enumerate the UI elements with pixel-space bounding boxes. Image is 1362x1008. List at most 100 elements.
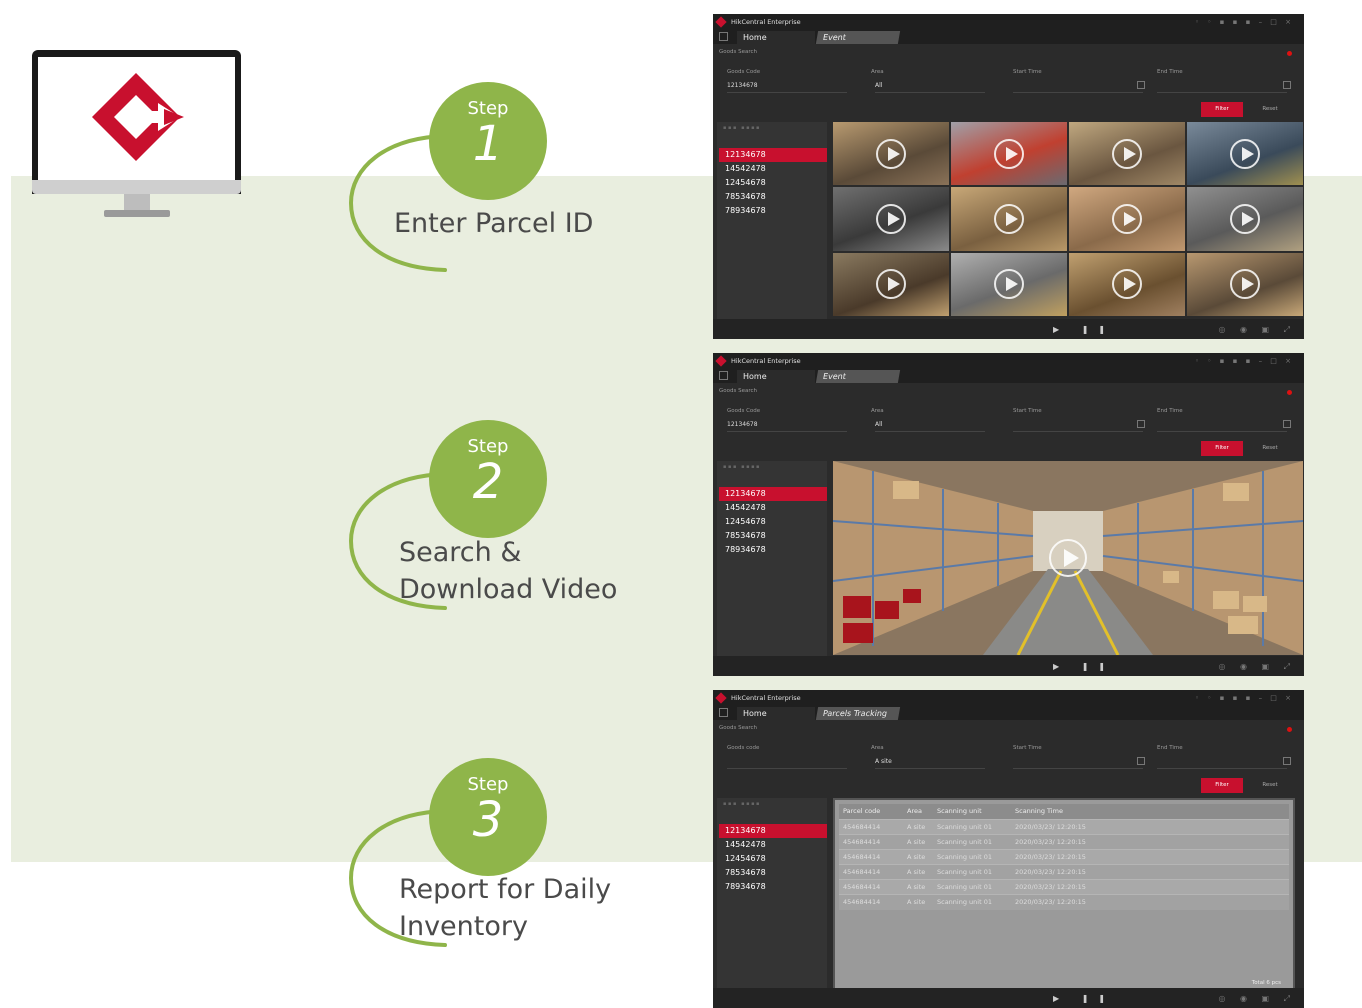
- grid-menu-icon[interactable]: [719, 371, 728, 380]
- table-row[interactable]: 454684414 A site Scanning unit 01 2020/0…: [839, 864, 1289, 880]
- parcel-id-panel: ▪ ▪ ▪ ▪ ▪ ▪ ▪ 12134678 14542478 12454678…: [717, 461, 827, 656]
- calendar-icon[interactable]: [1137, 81, 1145, 89]
- playback-tools-icon[interactable]: ◎ ◉ ▣ ⤢: [1218, 325, 1296, 335]
- list-item[interactable]: 78534678: [719, 866, 827, 880]
- play-pause-icon[interactable]: ▶ ❚❚: [1053, 994, 1115, 1003]
- column-header[interactable]: Scanning Time: [1015, 804, 1063, 819]
- end-time-input[interactable]: [1157, 758, 1287, 769]
- list-item[interactable]: 14542478: [719, 162, 827, 176]
- tab-home[interactable]: Home: [737, 370, 815, 383]
- video-thumbnail[interactable]: [951, 187, 1067, 251]
- area-select[interactable]: A site: [875, 758, 985, 769]
- calendar-icon[interactable]: [1137, 420, 1145, 428]
- window-controls-icon[interactable]: ◦ ◦ ▪ ▪ ▪ – □ ×: [1195, 18, 1294, 26]
- video-grid: [833, 122, 1303, 316]
- reset-button[interactable]: Reset: [1249, 441, 1291, 456]
- play-icon[interactable]: [994, 203, 1024, 234]
- goods-code-input[interactable]: 12134678: [727, 421, 847, 432]
- play-pause-icon[interactable]: ▶ ❚❚: [1053, 662, 1115, 671]
- pin-icon[interactable]: [1287, 727, 1292, 732]
- reset-button[interactable]: Reset: [1249, 778, 1291, 793]
- column-header[interactable]: Scanning unit: [937, 804, 982, 819]
- list-item[interactable]: 78534678: [719, 190, 827, 204]
- calendar-icon[interactable]: [1137, 757, 1145, 765]
- start-time-input[interactable]: [1013, 82, 1143, 93]
- end-time-input[interactable]: [1157, 82, 1287, 93]
- play-icon[interactable]: [876, 138, 906, 169]
- start-time-input[interactable]: [1013, 758, 1143, 769]
- play-pause-icon[interactable]: ▶ ❚❚: [1053, 325, 1115, 334]
- video-thumbnail[interactable]: [1187, 252, 1303, 316]
- list-item[interactable]: 14542478: [719, 838, 827, 852]
- list-item[interactable]: 12454678: [719, 852, 827, 866]
- table-row[interactable]: 454684414 A site Scanning unit 01 2020/0…: [839, 834, 1289, 850]
- table-row[interactable]: 454684414 A site Scanning unit 01 2020/0…: [839, 819, 1289, 835]
- list-item[interactable]: 78934678: [719, 204, 827, 218]
- video-thumbnail[interactable]: [1069, 187, 1185, 251]
- play-icon[interactable]: [1049, 539, 1087, 577]
- video-thumbnail[interactable]: [951, 252, 1067, 316]
- play-icon[interactable]: [994, 269, 1024, 300]
- calendar-icon[interactable]: [1283, 420, 1291, 428]
- play-icon[interactable]: [1112, 269, 1142, 300]
- video-thumbnail[interactable]: [951, 122, 1067, 186]
- video-thumbnail[interactable]: [833, 122, 949, 186]
- play-icon[interactable]: [1112, 138, 1142, 169]
- area-select[interactable]: All: [875, 421, 985, 432]
- table-row[interactable]: 454684414 A site Scanning unit 01 2020/0…: [839, 894, 1289, 910]
- window-controls-icon[interactable]: ◦ ◦ ▪ ▪ ▪ – □ ×: [1195, 357, 1294, 365]
- list-item[interactable]: 12134678: [719, 824, 827, 838]
- calendar-icon[interactable]: [1283, 757, 1291, 765]
- video-thumbnail[interactable]: [1069, 122, 1185, 186]
- calendar-icon[interactable]: [1283, 81, 1291, 89]
- goods-code-input[interactable]: 12134678: [727, 82, 847, 93]
- list-item[interactable]: 12454678: [719, 515, 827, 529]
- list-item[interactable]: 12134678: [719, 487, 827, 501]
- tab-parcels-tracking[interactable]: Parcels Tracking: [815, 707, 901, 720]
- tab-home[interactable]: Home: [737, 31, 815, 44]
- start-time-input[interactable]: [1013, 421, 1143, 432]
- list-item[interactable]: 12454678: [719, 176, 827, 190]
- column-header[interactable]: Parcel code: [843, 804, 880, 819]
- list-item[interactable]: 78934678: [719, 543, 827, 557]
- video-thumbnail[interactable]: [1187, 122, 1303, 186]
- play-icon[interactable]: [1230, 138, 1260, 169]
- play-icon[interactable]: [1230, 203, 1260, 234]
- video-thumbnail[interactable]: [833, 252, 949, 316]
- pin-icon[interactable]: [1287, 390, 1292, 395]
- table-row[interactable]: 454684414 A site Scanning unit 01 2020/0…: [839, 879, 1289, 895]
- play-icon[interactable]: [876, 203, 906, 234]
- tab-home[interactable]: Home: [737, 707, 815, 720]
- reset-button[interactable]: Reset: [1249, 102, 1291, 117]
- playback-tools-icon[interactable]: ◎ ◉ ▣ ⤢: [1218, 662, 1296, 672]
- table-row[interactable]: 454684414 A site Scanning unit 01 2020/0…: [839, 849, 1289, 865]
- list-item[interactable]: 78534678: [719, 529, 827, 543]
- video-thumbnail[interactable]: [1069, 252, 1185, 316]
- window-controls-icon[interactable]: ◦ ◦ ▪ ▪ ▪ – □ ×: [1195, 694, 1294, 702]
- grid-menu-icon[interactable]: [719, 32, 728, 41]
- play-icon[interactable]: [994, 138, 1024, 169]
- table-cell: 2020/03/23/ 12:20:15: [1015, 898, 1086, 906]
- playback-tools-icon[interactable]: ◎ ◉ ▣ ⤢: [1218, 994, 1296, 1004]
- goods-code-input[interactable]: [727, 758, 847, 769]
- filter-button[interactable]: Filter: [1201, 102, 1243, 117]
- column-header[interactable]: Area: [907, 804, 922, 819]
- parcel-id-list: 12134678 14542478 12454678 78534678 7893…: [719, 148, 827, 218]
- warehouse-video[interactable]: [833, 461, 1303, 655]
- video-thumbnail[interactable]: [833, 187, 949, 251]
- end-time-input[interactable]: [1157, 421, 1287, 432]
- filter-button[interactable]: Filter: [1201, 441, 1243, 456]
- play-icon[interactable]: [876, 269, 906, 300]
- play-icon[interactable]: [1112, 203, 1142, 234]
- filter-button[interactable]: Filter: [1201, 778, 1243, 793]
- tab-event[interactable]: Event: [815, 370, 901, 383]
- pin-icon[interactable]: [1287, 51, 1292, 56]
- list-item[interactable]: 12134678: [719, 148, 827, 162]
- tab-event[interactable]: Event: [815, 31, 901, 44]
- grid-menu-icon[interactable]: [719, 708, 728, 717]
- play-icon[interactable]: [1230, 269, 1260, 300]
- video-thumbnail[interactable]: [1187, 187, 1303, 251]
- area-select[interactable]: All: [875, 82, 985, 93]
- list-item[interactable]: 14542478: [719, 501, 827, 515]
- list-item[interactable]: 78934678: [719, 880, 827, 894]
